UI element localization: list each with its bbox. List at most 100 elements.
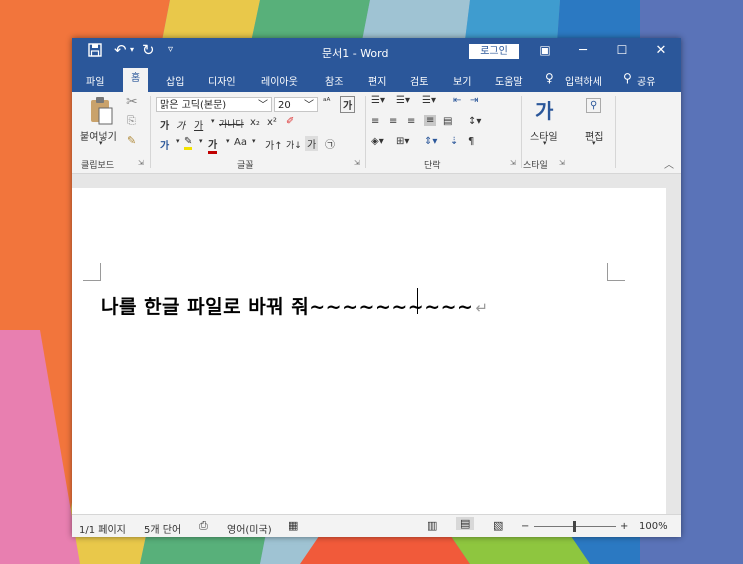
font-name-dropdown[interactable]: 맑은 고딕(본문) ﹀ — [156, 97, 272, 112]
tell-me-input[interactable]: 입력하세 — [565, 73, 602, 88]
justify-icon[interactable]: ≡ — [424, 115, 437, 126]
customize-qat-icon[interactable]: ▿ — [168, 44, 173, 55]
font-launcher-icon[interactable]: ⇲ — [354, 159, 360, 167]
format-painter-icon[interactable]: ✎ — [127, 134, 136, 147]
multilevel-list-icon[interactable]: ☰▾ — [422, 95, 436, 106]
tab-review[interactable]: 검토 — [410, 73, 428, 88]
macro-icon[interactable]: ▦ — [288, 519, 298, 532]
change-case-button[interactable]: Aa — [234, 137, 247, 148]
decrease-indent-icon[interactable]: ⇤ — [453, 95, 461, 106]
tab-view[interactable]: 보기 — [453, 73, 471, 88]
clear-formatting-icon[interactable]: ✐ — [286, 116, 294, 127]
superscript-icon[interactable]: x² — [267, 117, 277, 128]
subscript-icon[interactable]: x₂ — [250, 117, 260, 128]
font-color-dropdown-icon[interactable]: ▾ — [226, 137, 230, 145]
character-shading-icon[interactable]: 가 — [305, 136, 319, 151]
tab-home[interactable]: 홈 — [123, 68, 149, 92]
font-size-dropdown[interactable]: 20 ﹀ — [274, 97, 318, 112]
zoom-out-button[interactable]: − — [521, 521, 529, 532]
font-color-icon[interactable]: 가 — [208, 136, 218, 154]
document-text-line[interactable]: 나를 한글 파일로 바꿔 줘~~~~~~~~~~ ↵ — [101, 292, 489, 319]
ribbon-divider — [365, 96, 366, 168]
align-right-icon[interactable]: ≡ — [407, 116, 415, 127]
asian-layout-icon[interactable]: ⇕▾ — [424, 136, 437, 147]
increase-indent-icon[interactable]: ⇥ — [470, 95, 478, 106]
clipboard-launcher-icon[interactable]: ⇲ — [138, 159, 144, 167]
tab-mailings[interactable]: 편지 — [368, 73, 386, 88]
tab-layout[interactable]: 레이아웃 — [261, 73, 298, 88]
close-icon[interactable]: ✕ — [651, 43, 671, 58]
borders-icon[interactable]: ⊞▾ — [396, 136, 409, 147]
strikethrough-icon[interactable]: 가나다 — [219, 117, 244, 130]
language-indicator[interactable]: 영어(미국) — [227, 521, 272, 536]
ribbon-display-options-icon[interactable]: ▣ — [535, 43, 555, 57]
grow-font-icon[interactable]: 가↑ — [265, 137, 283, 152]
collapse-ribbon-icon[interactable]: ︿ — [664, 156, 674, 171]
change-case-dropdown-icon[interactable]: ▾ — [252, 137, 256, 145]
tab-references[interactable]: 참조 — [325, 73, 343, 88]
bullets-icon[interactable]: ☰▾ — [371, 95, 385, 106]
page-count[interactable]: 1/1 페이지 — [79, 521, 126, 536]
document-area: 나를 한글 파일로 바꿔 줘~~~~~~~~~~ ↵ — [72, 174, 681, 514]
web-layout-icon[interactable]: ▧ — [493, 519, 503, 532]
phonetic-guide-icon[interactable]: 가 — [340, 96, 356, 113]
copy-icon[interactable]: ⎘ — [127, 114, 136, 128]
enclose-characters-icon[interactable]: ㉠ — [325, 136, 335, 151]
word-count[interactable]: 5개 단어 — [144, 521, 181, 536]
tab-file[interactable]: 파일 — [86, 73, 104, 88]
tab-design[interactable]: 디자인 — [208, 73, 236, 88]
margin-corner-right — [607, 263, 625, 281]
undo-icon[interactable]: ↶ — [114, 41, 127, 59]
read-mode-icon[interactable]: ▥ — [427, 519, 437, 532]
status-bar: 1/1 페이지 5개 단어 ⎙ 영어(미국) ▦ ▥ ▤ ▧ − + 100% — [72, 514, 681, 537]
tab-help[interactable]: 도움말 — [495, 73, 523, 88]
numbering-icon[interactable]: ☰▾ — [396, 95, 410, 106]
shrink-font-icon[interactable]: 가↓ — [286, 138, 302, 151]
sort-icon[interactable]: ⇣ — [450, 136, 458, 147]
align-center-icon[interactable]: ≡ — [389, 116, 397, 127]
bold-icon[interactable]: 가 — [160, 117, 169, 132]
editing-dropdown-icon[interactable]: ▾ — [592, 139, 596, 147]
show-formatting-icon[interactable]: ¶ — [468, 136, 474, 147]
vertical-scrollbar[interactable] — [666, 188, 681, 514]
paste-icon[interactable] — [88, 96, 114, 129]
share-person-icon[interactable]: ⚲ — [623, 71, 632, 85]
styles-launcher-icon[interactable]: ⇲ — [559, 159, 565, 167]
zoom-in-button[interactable]: + — [620, 521, 628, 532]
redo-icon[interactable]: ↻ — [142, 41, 155, 59]
minimize-icon[interactable]: ─ — [573, 43, 593, 58]
highlight-dropdown-icon[interactable]: ▾ — [199, 137, 203, 145]
text-effects-dropdown-icon[interactable]: ▾ — [176, 137, 180, 145]
chevron-down-icon: ﹀ — [258, 100, 268, 111]
distributed-icon[interactable]: ▤ — [443, 116, 452, 127]
save-icon[interactable] — [88, 43, 102, 61]
lightbulb-icon[interactable]: ♀ — [545, 71, 554, 85]
text-effects-icon[interactable]: 가 — [160, 137, 169, 152]
tab-insert[interactable]: 삽입 — [166, 73, 184, 88]
font-size-change-icon[interactable]: ᵃᴬ — [323, 97, 330, 107]
paragraph-launcher-icon[interactable]: ⇲ — [510, 159, 516, 167]
print-layout-icon[interactable]: ▤ — [456, 517, 475, 530]
zoom-level[interactable]: 100% — [639, 521, 668, 532]
share-button[interactable]: 공유 — [637, 73, 655, 88]
underline-icon[interactable]: 가 — [194, 117, 203, 132]
shading-icon[interactable]: ◈▾ — [371, 136, 384, 147]
maximize-icon[interactable]: ☐ — [612, 43, 632, 57]
proofing-icon[interactable]: ⎙ — [199, 519, 208, 533]
document-page[interactable]: 나를 한글 파일로 바꿔 줘~~~~~~~~~~ ↵ — [72, 188, 666, 514]
line-spacing-icon[interactable]: ↕▾ — [468, 116, 481, 127]
cut-icon[interactable]: ✂ — [126, 94, 138, 110]
italic-icon[interactable]: 가 — [176, 117, 185, 132]
highlight-icon[interactable]: ✎ — [184, 136, 193, 150]
styles-icon[interactable]: 가 — [535, 95, 553, 124]
zoom-slider-thumb[interactable] — [573, 521, 576, 532]
paste-dropdown-icon[interactable]: ▾ — [99, 139, 103, 147]
align-left-icon[interactable]: ≡ — [371, 116, 379, 127]
ribbon-divider — [615, 96, 616, 168]
login-button[interactable]: 로그인 — [469, 44, 519, 59]
undo-dropdown-icon[interactable]: ▾ — [130, 45, 134, 54]
ribbon-divider — [521, 96, 522, 168]
search-icon[interactable]: ⚲ — [586, 98, 602, 113]
styles-dropdown-icon[interactable]: ▾ — [543, 139, 547, 147]
underline-dropdown-icon[interactable]: ▾ — [211, 117, 215, 125]
